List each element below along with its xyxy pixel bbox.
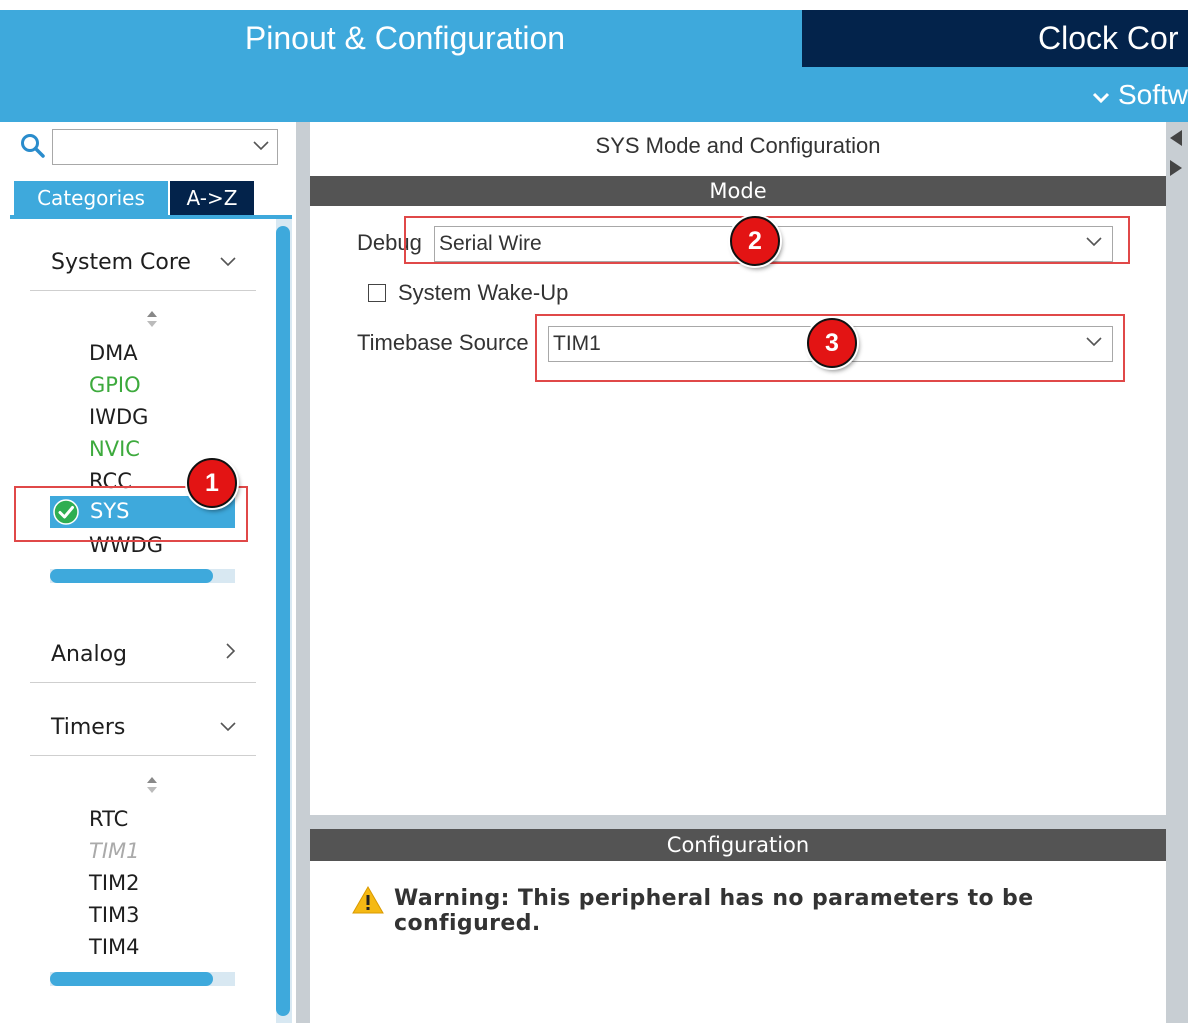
list-item-tim2[interactable]: TIM2: [89, 871, 140, 895]
right-collapse-strip[interactable]: [1166, 122, 1188, 1023]
tab-a-to-z[interactable]: A->Z: [170, 181, 254, 215]
annotation-badge: 1: [187, 458, 237, 508]
chevron-right-icon: [226, 640, 236, 665]
chevron-down-icon: [1092, 77, 1110, 117]
category-scrollbar-thumb[interactable]: [276, 226, 290, 1016]
list-item-tim1[interactable]: TIM1: [89, 839, 140, 863]
configuration-section-header: Configuration: [310, 829, 1166, 861]
search-icon[interactable]: [20, 133, 46, 159]
horizontal-scrollbar-thumb[interactable]: [50, 569, 213, 583]
timebase-source-label: Timebase Source: [357, 330, 529, 355]
chevron-down-icon: [220, 248, 236, 273]
group-label: Analog: [51, 642, 128, 667]
tab-clock-configuration[interactable]: Clock Cor: [802, 10, 1188, 67]
software-packs-menu[interactable]: Softw: [1092, 75, 1188, 115]
tab-categories[interactable]: Categories: [14, 181, 168, 215]
list-item-nvic[interactable]: NVIC: [89, 437, 140, 461]
sort-icon[interactable]: [146, 776, 158, 798]
collapse-left-arrow-icon[interactable]: [1168, 128, 1184, 148]
list-item-dma[interactable]: DMA: [89, 341, 138, 365]
vertical-splitter[interactable]: [296, 122, 310, 1023]
group-header-system-core[interactable]: System Core: [30, 240, 256, 291]
annotation-badge: 2: [730, 216, 780, 266]
group-label: Timers: [51, 715, 126, 740]
list-item-rtc[interactable]: RTC: [89, 807, 128, 831]
search-input[interactable]: [52, 129, 278, 165]
warning-message: Warning: This peripheral has no paramete…: [394, 886, 1034, 936]
horizontal-scrollbar-thumb[interactable]: [50, 972, 213, 986]
chevron-down-icon: [220, 713, 236, 738]
list-item-tim3[interactable]: TIM3: [89, 903, 140, 927]
list-item-iwdg[interactable]: IWDG: [89, 405, 148, 429]
system-wakeup-label: System Wake-Up: [398, 280, 569, 305]
mode-section-header: Mode: [310, 176, 1166, 206]
system-wakeup-checkbox[interactable]: [368, 284, 386, 302]
software-packs-label: Softw: [1117, 79, 1188, 110]
page-title: SYS Mode and Configuration: [595, 133, 881, 158]
list-item-gpio[interactable]: GPIO: [89, 373, 141, 397]
warning-icon: [352, 886, 384, 914]
list-item-tim4[interactable]: TIM4: [89, 935, 140, 959]
group-label: System Core: [51, 250, 191, 275]
sub-bar: [10, 67, 1188, 122]
expand-right-arrow-icon[interactable]: [1168, 158, 1184, 178]
annotation-badge: 3: [807, 318, 857, 368]
category-list: [10, 219, 276, 1023]
chevron-down-icon[interactable]: [253, 136, 269, 155]
tab-pinout-configuration[interactable]: Pinout & Configuration: [10, 10, 800, 67]
group-header-timers[interactable]: Timers: [30, 705, 256, 756]
group-header-analog[interactable]: Analog: [30, 632, 256, 683]
horizontal-splitter[interactable]: [310, 815, 1166, 829]
sort-icon[interactable]: [146, 310, 158, 332]
